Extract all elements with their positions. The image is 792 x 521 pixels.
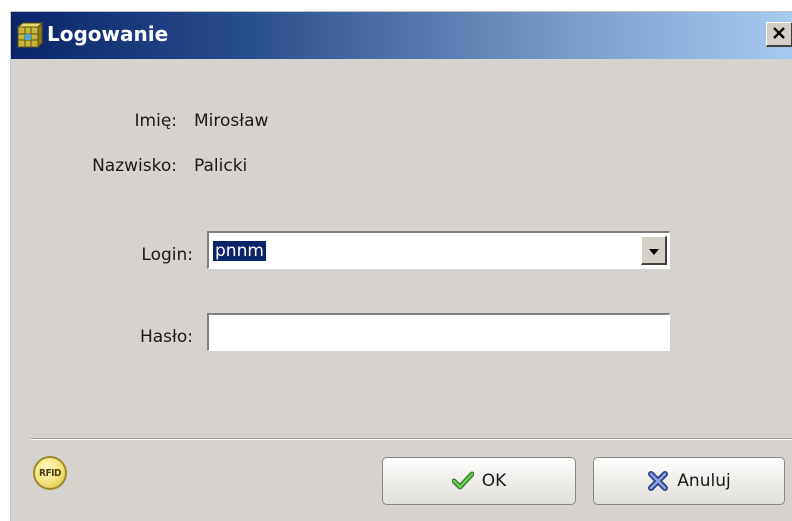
grid-app-icon xyxy=(16,21,44,49)
checkmark-icon xyxy=(451,470,474,492)
login-dropdown-button[interactable] xyxy=(641,236,667,265)
last-name-value: Palicki xyxy=(194,156,248,176)
ok-label: OK xyxy=(481,471,507,491)
last-name-label: Nazwisko: xyxy=(92,156,177,176)
window-title: Logowanie xyxy=(47,22,169,46)
password-field[interactable] xyxy=(207,313,670,351)
first-name-value: Mirosław xyxy=(194,111,269,131)
login-selected-value[interactable]: pnnm xyxy=(213,241,266,261)
close-button[interactable] xyxy=(766,22,792,47)
first-name-label: Imię: xyxy=(134,111,177,131)
login-dialog: Logowanie Imię: Mirosław Nazwisko: Palic… xyxy=(10,11,792,521)
login-combobox[interactable]: pnnm xyxy=(207,231,670,269)
login-label: Login: xyxy=(141,245,193,265)
cancel-label: Anuluj xyxy=(677,471,731,491)
rfid-label: RFID xyxy=(39,467,61,479)
ok-button[interactable]: OK xyxy=(382,457,576,505)
password-label: Hasło: xyxy=(139,327,193,347)
cancel-button[interactable]: Anuluj xyxy=(593,457,785,505)
rfid-button[interactable]: RFID xyxy=(33,456,67,490)
footer-separator xyxy=(31,438,792,440)
cross-icon xyxy=(647,470,669,492)
close-icon xyxy=(772,25,786,44)
title-bar[interactable]: Logowanie xyxy=(11,12,792,59)
chevron-down-icon xyxy=(648,241,660,260)
